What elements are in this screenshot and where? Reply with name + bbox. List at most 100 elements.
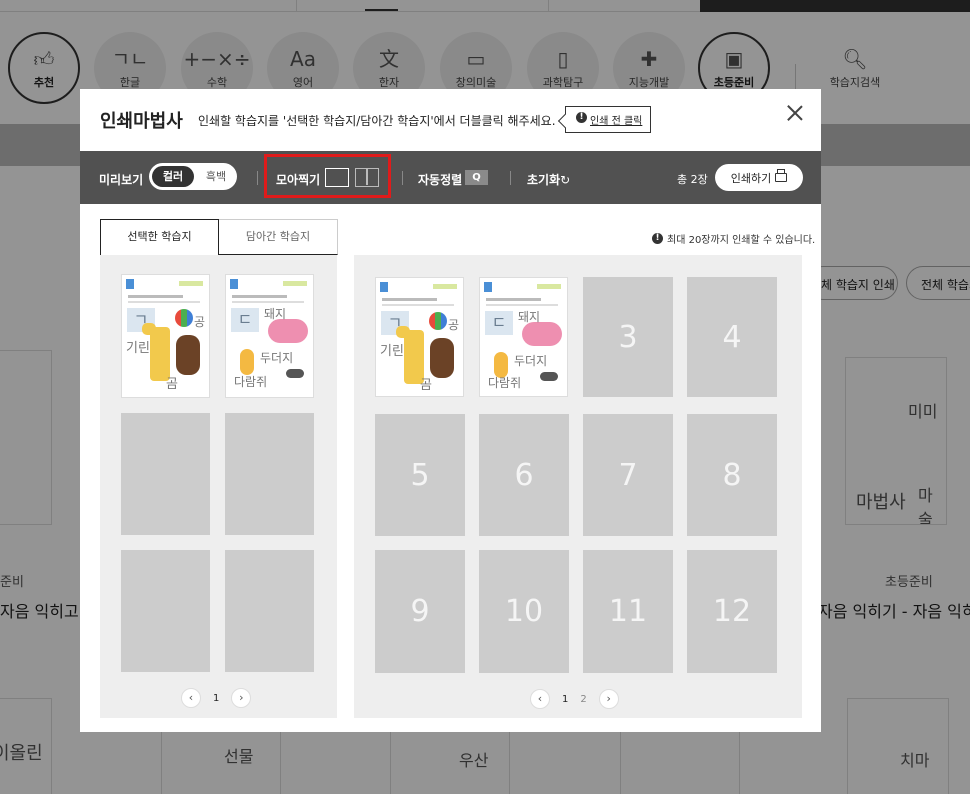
worksheet-thumbnail[interactable]: ㄷ 돼지 두더지 다람쥐 bbox=[225, 274, 314, 398]
combine-print-label: 모아찍기 bbox=[276, 173, 321, 187]
pig-illustration bbox=[268, 319, 308, 343]
empty-page-slot: 12 bbox=[687, 550, 777, 673]
close-icon[interactable] bbox=[785, 103, 805, 123]
double-layout-icon[interactable] bbox=[355, 168, 379, 187]
print-toolbar: 미리보기 컬러 흑백 모아찍기 자동정렬 Q 초기화↻ 총 2장 인쇄하기 bbox=[80, 151, 821, 204]
bear-illustration bbox=[176, 335, 200, 375]
sheet-word: 기린 bbox=[380, 344, 404, 359]
next-page-button[interactable]: › bbox=[598, 689, 619, 709]
text-line bbox=[486, 304, 558, 306]
slot-number: 9 bbox=[410, 594, 430, 629]
right-pagination: ‹ 1 2 › bbox=[530, 689, 619, 709]
tab-selected-worksheets[interactable]: 선택한 학습지 bbox=[100, 219, 219, 255]
letter-box: ㄷ bbox=[485, 311, 513, 335]
bear-illustration bbox=[430, 338, 454, 378]
text-line bbox=[232, 295, 287, 298]
sheet-word: 두더지 bbox=[260, 351, 294, 365]
empty-page-slot: 4 bbox=[687, 277, 777, 397]
sheet-word: 돼지 bbox=[518, 310, 541, 324]
print-label: 인쇄하기 bbox=[730, 171, 772, 185]
header-decoration bbox=[283, 281, 307, 286]
empty-page-slot: 10 bbox=[479, 550, 569, 673]
auto-sort-label[interactable]: 자동정렬 bbox=[418, 171, 462, 188]
left-pagination: ‹ 1 › bbox=[181, 688, 252, 708]
page-count: 총 2장 bbox=[677, 173, 708, 186]
sheet-word: 다람쥐 bbox=[234, 375, 268, 389]
print-preview-area: ㄱ 기린 공 곰 ㄷ 돼지 두더지 다람쥐 3 4 5 6 7 8 9 10 1… bbox=[354, 255, 802, 718]
letter-box: ㄷ bbox=[231, 308, 259, 332]
print-button[interactable]: 인쇄하기 bbox=[715, 164, 803, 191]
sheet-word: 두더지 bbox=[514, 354, 548, 368]
header-decoration bbox=[433, 284, 457, 289]
header-decoration bbox=[179, 281, 203, 286]
slot-number: 7 bbox=[618, 457, 638, 493]
snake-illustration bbox=[240, 349, 254, 375]
logo-icon bbox=[126, 279, 134, 289]
sheet-word: 기린 bbox=[126, 341, 150, 356]
next-page-button[interactable]: › bbox=[231, 688, 252, 708]
empty-slot bbox=[225, 413, 314, 535]
reset-label: 초기화 bbox=[527, 173, 561, 187]
auto-sort-badge[interactable]: Q bbox=[465, 170, 488, 185]
slot-number: 5 bbox=[410, 457, 430, 493]
reset-button[interactable]: 초기화↻ bbox=[527, 171, 570, 188]
info-icon: ! bbox=[652, 233, 663, 244]
modal-title: 인쇄마법사 bbox=[100, 111, 183, 132]
empty-slot bbox=[225, 550, 314, 672]
sheet-word: 공 bbox=[448, 318, 460, 332]
prev-page-button[interactable]: ‹ bbox=[181, 688, 201, 708]
sheet-word: 돼지 bbox=[264, 307, 287, 321]
color-mode-toggle[interactable]: 컬러 흑백 bbox=[149, 163, 237, 190]
single-layout-icon[interactable] bbox=[325, 168, 349, 187]
tip-label: 인쇄 전 클릭 bbox=[590, 116, 643, 127]
toolbar-divider bbox=[257, 171, 258, 185]
empty-slot bbox=[121, 413, 210, 535]
worksheet-thumbnail[interactable]: ㄱ 기린 공 곰 bbox=[121, 274, 210, 398]
text-line bbox=[382, 304, 454, 306]
limit-notice: ! 최대 20장까지 인쇄할 수 있습니다. bbox=[652, 231, 815, 246]
slot-number: 10 bbox=[504, 594, 544, 629]
slot-number: 8 bbox=[722, 457, 742, 493]
preview-label: 미리보기 bbox=[99, 173, 144, 187]
preview-sheet[interactable]: ㄷ 돼지 두더지 다람쥐 bbox=[479, 277, 568, 397]
toolbar-divider bbox=[402, 171, 403, 185]
color-option[interactable]: 컬러 bbox=[152, 166, 194, 187]
text-line bbox=[128, 295, 183, 298]
print-wizard-modal: 인쇄마법사 인쇄할 학습지를 '선택한 학습지/담아간 학습지'에서 더블클릭 … bbox=[80, 89, 821, 732]
bw-option[interactable]: 흑백 bbox=[199, 166, 233, 187]
sheet-word: 다람쥐 bbox=[488, 376, 522, 390]
slot-number: 4 bbox=[722, 319, 742, 355]
text-line bbox=[232, 301, 304, 303]
empty-page-slot: 6 bbox=[479, 414, 569, 536]
prev-page-button[interactable]: ‹ bbox=[530, 689, 550, 709]
logo-icon bbox=[230, 279, 238, 289]
page-number[interactable]: 2 bbox=[580, 694, 586, 705]
empty-page-slot: 7 bbox=[583, 414, 673, 536]
modal-header: 인쇄마법사 인쇄할 학습지를 '선택한 학습지/담아간 학습지'에서 더블클릭 … bbox=[80, 89, 821, 151]
empty-slot bbox=[121, 550, 210, 672]
slot-number: 3 bbox=[618, 319, 638, 355]
page-number[interactable]: 1 bbox=[562, 694, 568, 705]
modal-description: 인쇄할 학습지를 '선택한 학습지/담아간 학습지'에서 더블클릭 해주세요. bbox=[198, 114, 556, 128]
mole-illustration bbox=[540, 372, 558, 381]
empty-page-slot: 5 bbox=[375, 414, 465, 536]
preview-sheet[interactable]: ㄱ 기린 공 곰 bbox=[375, 277, 464, 397]
tab-saved-worksheets[interactable]: 담아간 학습지 bbox=[219, 219, 338, 255]
text-line bbox=[486, 298, 541, 301]
page-number[interactable]: 1 bbox=[213, 693, 219, 704]
ball-illustration bbox=[429, 312, 447, 330]
limit-text: 최대 20장까지 인쇄할 수 있습니다. bbox=[667, 235, 816, 246]
text-line bbox=[128, 301, 200, 303]
worksheet-tabs: 선택한 학습지 담아간 학습지 bbox=[100, 219, 338, 255]
ball-illustration bbox=[175, 309, 193, 327]
empty-page-slot: 3 bbox=[583, 277, 673, 397]
empty-page-slot: 9 bbox=[375, 550, 465, 673]
logo-icon bbox=[484, 282, 492, 292]
sheet-word: 공 bbox=[194, 315, 206, 329]
text-line bbox=[382, 298, 437, 301]
logo-icon bbox=[380, 282, 388, 292]
empty-page-slot: 11 bbox=[583, 550, 673, 673]
header-decoration bbox=[537, 284, 561, 289]
mole-illustration bbox=[286, 369, 304, 378]
before-print-tip-button[interactable]: ! 인쇄 전 클릭 bbox=[565, 106, 652, 133]
